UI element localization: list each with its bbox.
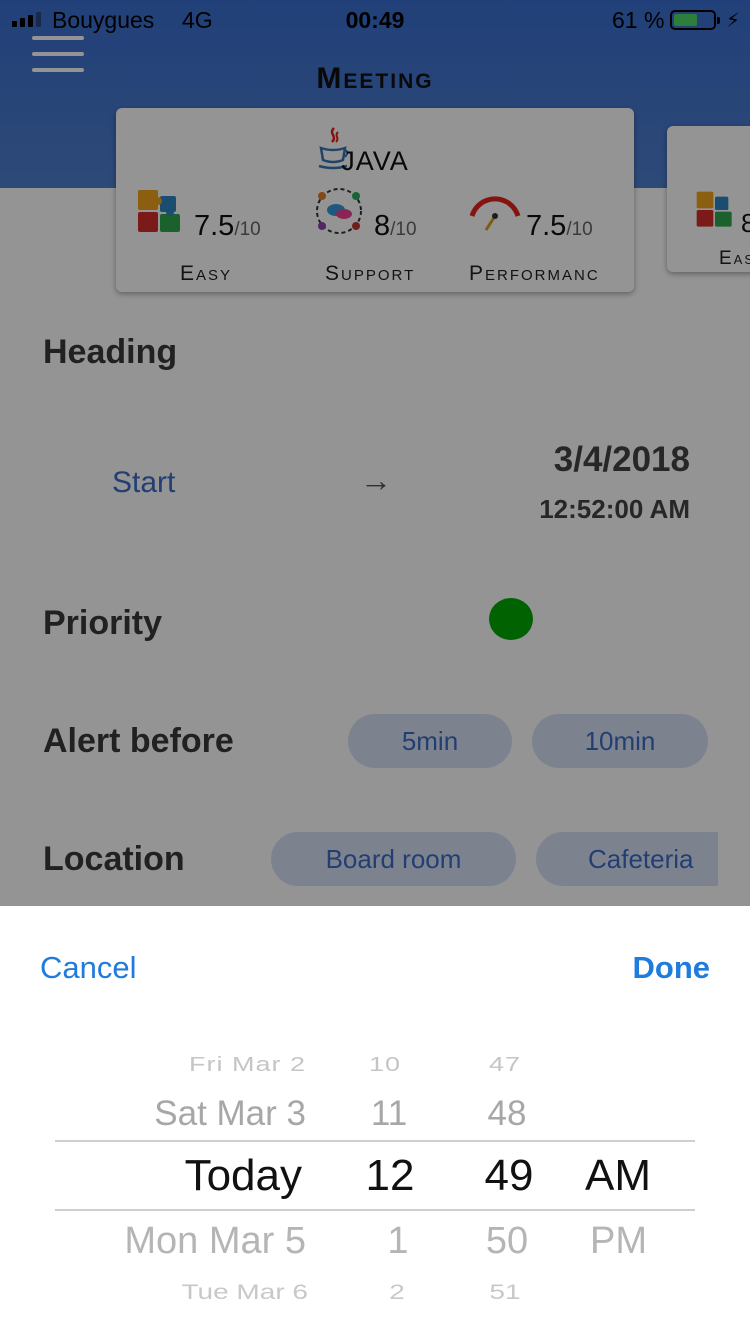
picker-hour-option[interactable]: 11 (344, 1094, 434, 1134)
picker-minute-selected[interactable]: 49 (464, 1151, 554, 1201)
card-title: JAVA (341, 146, 409, 176)
picker-minute-option[interactable]: 50 (462, 1220, 552, 1263)
location-board-room-chip[interactable]: Board room (271, 832, 516, 886)
picker-selection-top-line (55, 1140, 695, 1142)
next-card-score: 8 (741, 208, 750, 238)
picker-day-option[interactable]: Sat Mar 3 (154, 1094, 306, 1134)
picker-day-option[interactable]: Fri Mar 2 (189, 1053, 306, 1076)
battery-icon (670, 10, 720, 30)
metric-support-out-of: /10 (390, 219, 417, 240)
date-time-picker[interactable]: Cancel Done Fri Mar 2 Sat Mar 3 Today Mo… (0, 906, 750, 1334)
battery-percent: 61 % (612, 7, 665, 33)
alert-10min-chip[interactable]: 10min (532, 714, 708, 768)
picker-minute-option[interactable]: 48 (462, 1094, 552, 1134)
metric-easy-out-of: /10 (234, 219, 261, 240)
picker-day-option[interactable]: Tue Mar 6 (181, 1280, 308, 1304)
puzzle-icon (138, 190, 180, 232)
heading-label[interactable]: Heading (43, 333, 177, 372)
picker-hour-selected[interactable]: 12 (345, 1151, 435, 1201)
done-button[interactable]: Done (633, 950, 711, 986)
arrow-right-icon: → (360, 462, 392, 498)
start-time[interactable]: 12:52:00 AM (539, 494, 690, 525)
picker-day-option[interactable]: Mon Mar 5 (124, 1220, 306, 1263)
cancel-button[interactable]: Cancel (40, 950, 137, 986)
status-bar: Bouygues 4G 00:49 61 % ⚡ (0, 0, 750, 40)
alert-5min-chip[interactable]: 5min (348, 714, 512, 768)
picker-ampm-selected[interactable]: AM (585, 1151, 651, 1201)
metric-performance-score: 7.5 (526, 210, 567, 242)
metric-performance-label: Performanc (469, 262, 600, 285)
gauge-icon (469, 196, 521, 231)
alert-before-label: Alert before (43, 722, 234, 760)
picker-hour-option[interactable]: 2 (352, 1280, 442, 1304)
priority-label: Priority (43, 604, 163, 642)
charging-icon: ⚡ (726, 10, 741, 32)
picker-minute-option[interactable]: 51 (460, 1280, 550, 1304)
picker-minute-option[interactable]: 47 (460, 1053, 550, 1076)
next-card-label: Eas (719, 248, 750, 269)
metric-performance-out-of: /10 (566, 219, 593, 240)
metric-easy-label: Easy (180, 262, 233, 285)
picker-selection-bottom-line (55, 1209, 695, 1211)
rating-card[interactable]: JAVA 7.5/10 Easy 8/10 Support 7.5/10 Per… (116, 108, 634, 292)
picker-ampm-option[interactable]: PM (590, 1220, 647, 1263)
picker-day-selected[interactable]: Today (185, 1151, 302, 1201)
start-label[interactable]: Start (112, 466, 175, 500)
location-label: Location (43, 840, 185, 878)
location-cafeteria-chip[interactable]: Cafeteria (536, 832, 718, 886)
picker-hour-option[interactable]: 10 (340, 1053, 430, 1076)
rating-card-next[interactable]: 8 Eas (667, 126, 750, 272)
puzzle-icon (696, 191, 732, 227)
start-date[interactable]: 3/4/2018 (554, 440, 690, 480)
support-team-icon (316, 188, 362, 234)
metric-easy-score: 7.5 (194, 210, 235, 242)
priority-indicator[interactable] (489, 598, 533, 640)
metric-support-label: Support (325, 262, 416, 285)
page-title: Meeting (316, 62, 434, 95)
metric-support-score: 8 (374, 210, 391, 242)
picker-hour-option[interactable]: 1 (353, 1220, 443, 1263)
